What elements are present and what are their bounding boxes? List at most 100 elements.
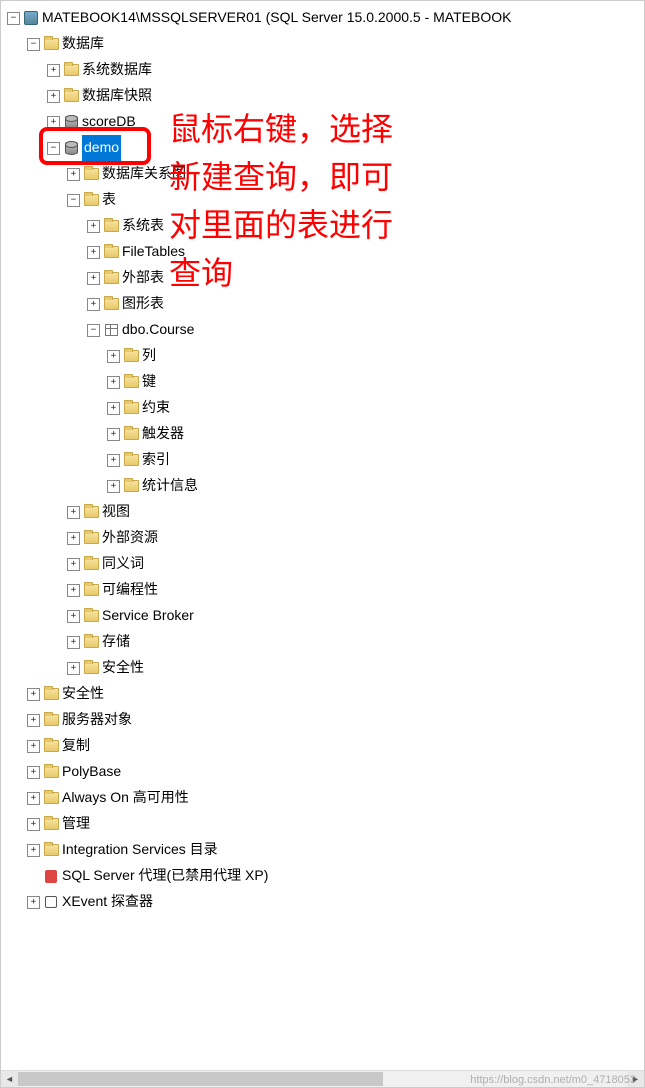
node-label: 同义词 — [102, 551, 144, 577]
synonyms-node[interactable]: + 同义词 — [5, 551, 644, 577]
expand-icon[interactable]: + — [87, 220, 100, 233]
node-label: 统计信息 — [142, 473, 198, 499]
expand-icon[interactable]: + — [107, 376, 120, 389]
scroll-left-button[interactable]: ◄ — [1, 1071, 18, 1087]
folder-icon — [43, 686, 59, 702]
columns-node[interactable]: + 列 — [5, 343, 644, 369]
external-tables-node[interactable]: + 外部表 — [5, 265, 644, 291]
expand-icon[interactable]: + — [27, 688, 40, 701]
folder-icon — [43, 712, 59, 728]
node-label: 图形表 — [122, 291, 164, 317]
expand-icon[interactable]: + — [67, 532, 80, 545]
triggers-node[interactable]: + 触发器 — [5, 421, 644, 447]
expand-icon[interactable]: + — [87, 272, 100, 285]
node-label: 触发器 — [142, 421, 184, 447]
collapse-icon[interactable]: − — [67, 194, 80, 207]
expand-icon[interactable]: + — [107, 480, 120, 493]
expand-icon[interactable]: + — [27, 896, 40, 909]
graph-tables-node[interactable]: + 图形表 — [5, 291, 644, 317]
server-icon — [23, 10, 39, 26]
keys-node[interactable]: + 键 — [5, 369, 644, 395]
xevent-icon — [43, 894, 59, 910]
expand-icon[interactable]: + — [47, 116, 60, 129]
table-icon — [103, 322, 119, 338]
db-security-node[interactable]: + 安全性 — [5, 655, 644, 681]
object-explorer-tree: − MATEBOOK14\MSSQLSERVER01 (SQL Server 1… — [1, 1, 644, 1069]
scoredb-node[interactable]: + scoreDB — [5, 109, 644, 135]
server-objects-node[interactable]: + 服务器对象 — [5, 707, 644, 733]
node-label: FileTables — [122, 239, 185, 265]
folder-icon — [123, 374, 139, 390]
expand-icon[interactable]: + — [27, 818, 40, 831]
security-node[interactable]: + 安全性 — [5, 681, 644, 707]
expand-icon[interactable]: + — [27, 844, 40, 857]
expand-icon[interactable]: + — [27, 792, 40, 805]
filetables-node[interactable]: + FileTables — [5, 239, 644, 265]
service-broker-node[interactable]: + Service Broker — [5, 603, 644, 629]
expand-icon[interactable]: + — [67, 584, 80, 597]
expand-icon[interactable]: + — [27, 766, 40, 779]
system-tables-node[interactable]: + 系统表 — [5, 213, 644, 239]
expand-icon[interactable]: + — [67, 506, 80, 519]
integration-services-node[interactable]: + Integration Services 目录 — [5, 837, 644, 863]
expand-icon[interactable]: + — [67, 168, 80, 181]
views-node[interactable]: + 视图 — [5, 499, 644, 525]
expand-icon[interactable]: + — [67, 558, 80, 571]
node-label: Integration Services 目录 — [62, 837, 218, 863]
expand-icon[interactable]: + — [107, 454, 120, 467]
expand-icon[interactable]: + — [67, 636, 80, 649]
diagrams-node[interactable]: + 数据库关系图 — [5, 161, 644, 187]
dbo-course-node[interactable]: − dbo.Course — [5, 317, 644, 343]
tables-node[interactable]: − 表 — [5, 187, 644, 213]
folder-icon — [123, 452, 139, 468]
scroll-track[interactable] — [18, 1071, 627, 1087]
node-label: 约束 — [142, 395, 170, 421]
expand-icon[interactable]: + — [87, 246, 100, 259]
folder-icon — [63, 88, 79, 104]
expand-icon[interactable]: + — [107, 402, 120, 415]
external-resources-node[interactable]: + 外部资源 — [5, 525, 644, 551]
collapse-icon[interactable]: − — [7, 12, 20, 25]
constraints-node[interactable]: + 约束 — [5, 395, 644, 421]
system-db-node[interactable]: + 系统数据库 — [5, 57, 644, 83]
expand-icon[interactable]: + — [27, 714, 40, 727]
expand-icon[interactable]: + — [107, 428, 120, 441]
snapshot-node[interactable]: + 数据库快照 — [5, 83, 644, 109]
folder-icon — [103, 270, 119, 286]
sql-agent-node[interactable]: SQL Server 代理(已禁用代理 XP) — [5, 863, 644, 889]
folder-icon — [123, 426, 139, 442]
node-label: 安全性 — [102, 655, 144, 681]
expand-icon[interactable]: + — [67, 662, 80, 675]
expand-icon[interactable]: + — [107, 350, 120, 363]
horizontal-scrollbar[interactable]: ◄ ► — [1, 1070, 644, 1087]
collapse-icon[interactable]: − — [87, 324, 100, 337]
expand-icon[interactable]: + — [47, 90, 60, 103]
scroll-thumb[interactable] — [18, 1072, 383, 1086]
expand-icon[interactable]: + — [67, 610, 80, 623]
server-node[interactable]: − MATEBOOK14\MSSQLSERVER01 (SQL Server 1… — [5, 5, 644, 31]
programmability-node[interactable]: + 可编程性 — [5, 577, 644, 603]
indexes-node[interactable]: + 索引 — [5, 447, 644, 473]
folder-icon — [103, 244, 119, 260]
databases-node[interactable]: − 数据库 — [5, 31, 644, 57]
scroll-right-button[interactable]: ► — [627, 1071, 644, 1087]
collapse-icon[interactable]: − — [47, 142, 60, 155]
demo-db-node[interactable]: − demo — [5, 135, 644, 161]
server-label: MATEBOOK14\MSSQLSERVER01 (SQL Server 15.… — [42, 5, 511, 31]
collapse-icon[interactable]: − — [27, 38, 40, 51]
folder-icon — [43, 738, 59, 754]
replication-node[interactable]: + 复制 — [5, 733, 644, 759]
expand-icon[interactable]: + — [27, 740, 40, 753]
expand-icon[interactable]: + — [47, 64, 60, 77]
statistics-node[interactable]: + 统计信息 — [5, 473, 644, 499]
management-node[interactable]: + 管理 — [5, 811, 644, 837]
polybase-node[interactable]: + PolyBase — [5, 759, 644, 785]
always-on-node[interactable]: + Always On 高可用性 — [5, 785, 644, 811]
xevent-node[interactable]: + XEvent 探查器 — [5, 889, 644, 915]
expand-icon[interactable]: + — [87, 298, 100, 311]
folder-icon — [83, 582, 99, 598]
folder-icon — [43, 816, 59, 832]
storage-node[interactable]: + 存储 — [5, 629, 644, 655]
folder-icon — [123, 348, 139, 364]
node-label: Always On 高可用性 — [62, 785, 189, 811]
